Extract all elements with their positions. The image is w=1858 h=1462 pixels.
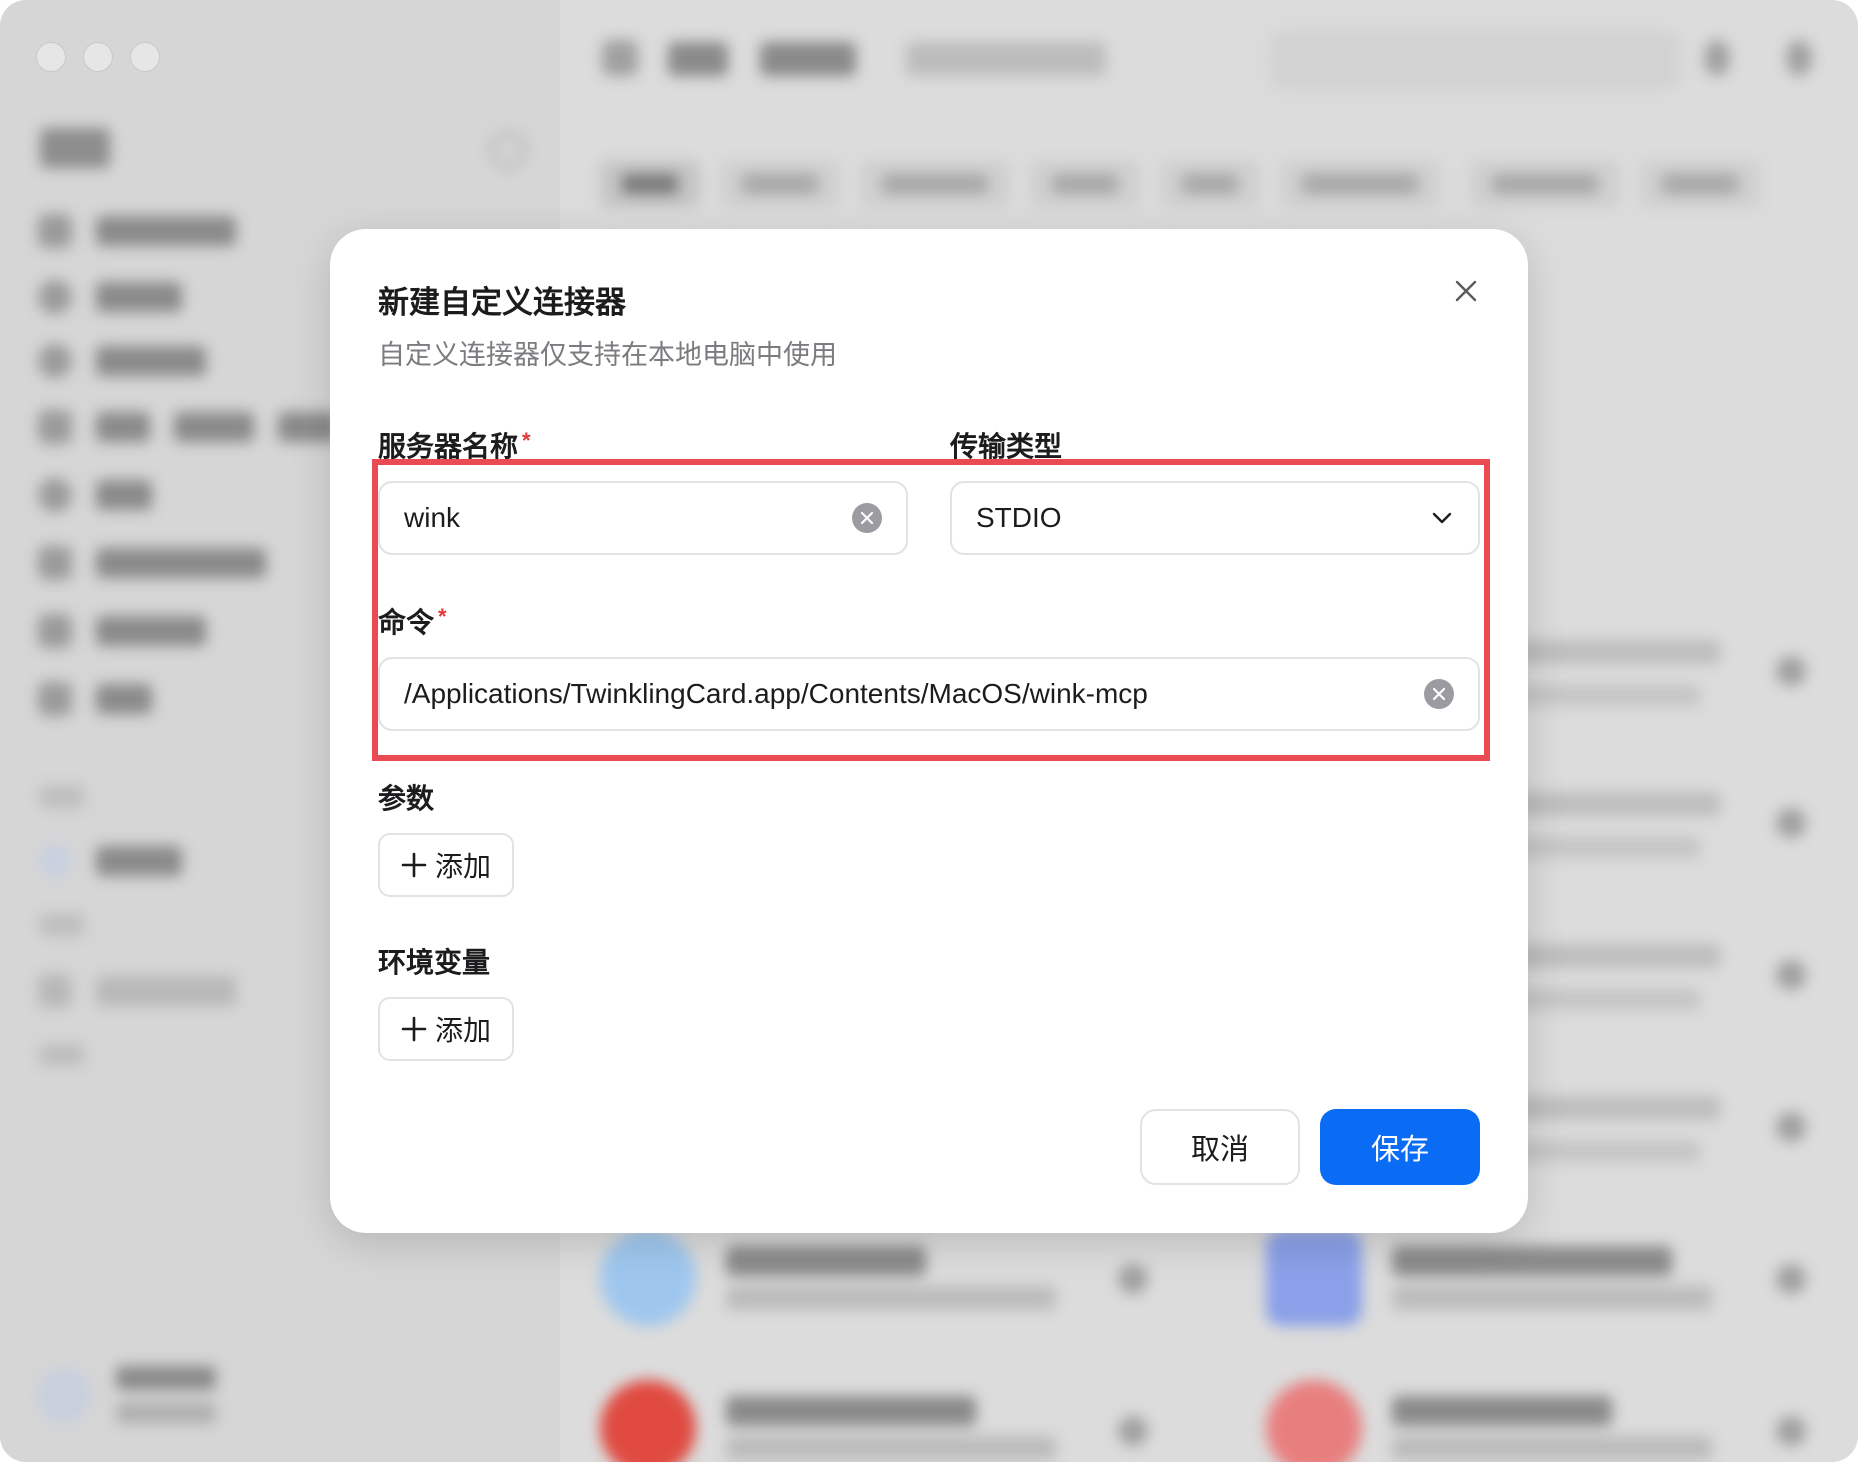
plus-icon (401, 852, 427, 878)
highlight-box (372, 459, 1490, 761)
add-env-label: 添加 (434, 1015, 491, 1046)
app-window: 新建自定义连接器 自定义连接器仅支持在本地电脑中使用 服务器名称 * 传输类型 w… (0, 0, 1858, 1462)
add-env-button[interactable]: 添加 (378, 997, 514, 1061)
args-label: 参数 (378, 783, 435, 814)
env-label: 环境变量 (378, 947, 491, 978)
minimize-window-dot[interactable] (83, 42, 113, 72)
dialog-subtitle: 自定义连接器仅支持在本地电脑中使用 (378, 340, 837, 370)
dialog-title: 新建自定义连接器 (378, 285, 626, 320)
close-window-dot[interactable] (36, 42, 66, 72)
required-mark: * (522, 428, 531, 453)
custom-connector-dialog: 新建自定义连接器 自定义连接器仅支持在本地电脑中使用 服务器名称 * 传输类型 w… (330, 229, 1528, 1233)
close-icon (1455, 280, 1477, 302)
add-arg-button[interactable]: 添加 (378, 833, 514, 897)
save-button[interactable]: 保存 (1320, 1109, 1480, 1185)
cancel-button[interactable]: 取消 (1140, 1109, 1300, 1185)
zoom-window-dot[interactable] (130, 42, 160, 72)
window-controls (36, 42, 160, 72)
add-arg-label: 添加 (434, 851, 491, 882)
plus-icon (401, 1016, 427, 1042)
close-button[interactable] (1444, 269, 1488, 313)
